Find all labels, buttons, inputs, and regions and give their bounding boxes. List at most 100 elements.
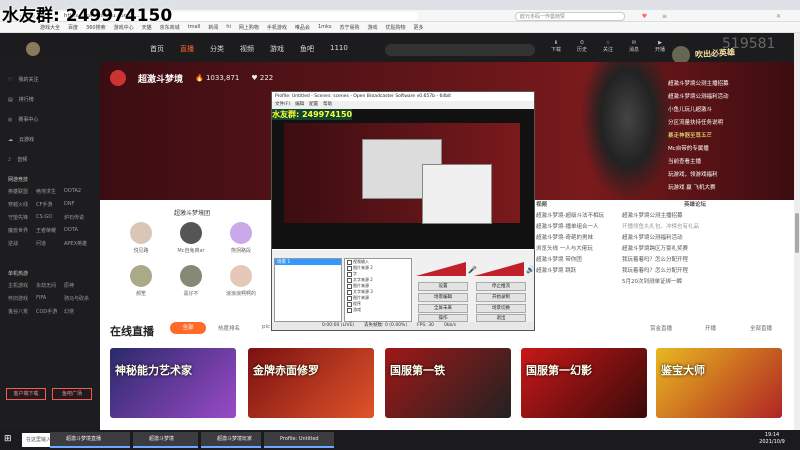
game-link[interactable]: 怀旧游戏: [8, 295, 36, 302]
game-link[interactable]: 魔兽世界: [8, 227, 36, 234]
list-item[interactable]: 当前查看主播: [668, 156, 748, 169]
sidebar-item-audio[interactable]: ♪ 音频: [8, 156, 27, 164]
sidebar-item-cloudgame[interactable]: ☁ 云游戏: [8, 136, 34, 144]
page-scrollbar[interactable]: [794, 33, 800, 430]
filter-chip[interactable]: 全部直播: [750, 324, 772, 332]
bookmark-item[interactable]: 手机游戏: [267, 24, 287, 31]
scene-item[interactable]: 场景 1: [275, 259, 341, 265]
news-item[interactable]: 超激斗梦境跨区万豪礼奖赛: [612, 244, 782, 255]
game-link[interactable]: 主机游戏: [8, 282, 36, 289]
filter-chip[interactable]: pic: [262, 324, 270, 330]
download-button[interactable]: ⬇ 下载: [548, 40, 564, 53]
client-download-button[interactable]: 客户端下载: [6, 388, 46, 400]
game-link[interactable]: 永劫无间: [36, 282, 64, 289]
news-item[interactable]: 开播领鱼丸礼包，冲榜也有礼品: [612, 222, 782, 233]
source-item[interactable]: 游戏: [345, 307, 411, 313]
live-thumbnail[interactable]: 鉴宝大师: [656, 348, 782, 418]
list-item[interactable]: 超激斗梦境公测主播招募: [668, 78, 748, 91]
obs-menu-edit[interactable]: 编辑: [295, 101, 304, 109]
bookmark-item[interactable]: tmall: [188, 24, 201, 30]
team-member[interactable]: 悦见路: [126, 222, 156, 254]
game-link[interactable]: 问道: [36, 240, 64, 247]
obs-audio-mixer[interactable]: 🎤 🔊: [416, 258, 535, 278]
close-icon[interactable]: ✕: [774, 12, 783, 21]
yuba-square-button[interactable]: 鱼吧广场: [52, 388, 92, 400]
filter-chip[interactable]: 开播: [705, 324, 716, 332]
obs-title-bar[interactable]: Profile: Untitled - Scenes: scenes - Ope…: [272, 92, 534, 101]
bookmark-item[interactable]: 更多: [414, 24, 424, 31]
game-link[interactable]: 王者荣耀: [36, 227, 64, 234]
team-member[interactable]: 黑仔不: [176, 265, 206, 297]
game-link[interactable]: 穿越火线: [8, 201, 36, 208]
menu-icon[interactable]: ≡: [660, 12, 669, 21]
list-item[interactable]: 分区流量扶持任务说明: [668, 117, 748, 130]
heart-icon[interactable]: ♥: [640, 12, 649, 21]
stop-stream-button[interactable]: 停止推流: [476, 282, 526, 291]
team-member[interactable]: 熊拐路段: [226, 222, 256, 254]
game-link[interactable]: DOTA: [64, 227, 92, 234]
game-link[interactable]: COD手游: [36, 308, 64, 315]
filter-all-button[interactable]: 全部: [170, 322, 206, 334]
list-item[interactable]: 玩游戏 赢 飞机大赛: [668, 182, 748, 195]
nav-games[interactable]: 游戏: [270, 44, 284, 54]
game-link[interactable]: FIFA: [36, 295, 64, 302]
game-link[interactable]: 绝地求生: [36, 188, 64, 195]
bookmark-item[interactable]: 唯品会: [295, 24, 310, 31]
sidebar-item-following[interactable]: ♡ 我的关注: [8, 76, 39, 84]
action-button[interactable]: 操作: [418, 314, 468, 322]
live-thumbnail[interactable]: 金牌赤面修罗: [248, 348, 374, 418]
bookmark-item[interactable]: hi: [226, 24, 231, 30]
news-item[interactable]: 超激斗梦境公测福利活动: [612, 233, 782, 244]
game-link[interactable]: 逆战: [8, 240, 36, 247]
live-thumbnail[interactable]: 神秘能力艺术家: [110, 348, 236, 418]
message-button[interactable]: ✉ 消息: [626, 40, 642, 53]
bookmark-item[interactable]: 游戏: [368, 24, 378, 31]
taskbar-app[interactable]: 超激斗梦境直播: [50, 432, 130, 448]
nav-1110[interactable]: 1110: [330, 44, 348, 54]
obs-menu-config[interactable]: 配置: [309, 101, 318, 109]
obs-source-list[interactable]: 视频输入 图片来源 2 字 文字来源 2 图片来源 文字来源 3 图片来源 程序…: [344, 258, 412, 322]
taskbar-clock[interactable]: 19:14 2021/10/9: [752, 432, 792, 446]
filter-chip[interactable]: 热度排名: [218, 324, 240, 332]
game-link[interactable]: 幻塔: [64, 308, 92, 315]
nav-yuba[interactable]: 鱼吧: [300, 44, 314, 54]
filter-chip[interactable]: 赏金直播: [650, 324, 672, 332]
scene-switch-button[interactable]: 场景切换: [476, 304, 526, 313]
list-item[interactable]: 玩游戏，领游戏福利: [668, 169, 748, 182]
scene-edit-button[interactable]: 场景编辑: [418, 293, 468, 302]
record-button[interactable]: 开始录制: [476, 293, 526, 302]
taskbar-app[interactable]: 超激斗梦境玩家: [201, 432, 261, 448]
live-thumbnail[interactable]: 国服第一铁: [385, 348, 511, 418]
game-link[interactable]: 鬼谷八荒: [8, 308, 36, 315]
start-live-button[interactable]: ▶ 开播: [652, 40, 668, 53]
windows-start-icon[interactable]: ⊞: [4, 434, 12, 444]
list-item[interactable]: 暴走神器至尊五芒: [668, 130, 748, 143]
news-item[interactable]: 我玩着着吗？怎么分配开程: [612, 255, 782, 266]
room-avatar[interactable]: [110, 70, 126, 86]
game-link[interactable]: 原神: [64, 282, 92, 289]
site-logo[interactable]: [26, 42, 96, 56]
game-link[interactable]: 炉石传说: [64, 214, 92, 221]
bookmark-item[interactable]: 1mks: [318, 24, 332, 30]
follow-button[interactable]: ☆ 关注: [600, 40, 616, 53]
game-link[interactable]: DOTA2: [64, 188, 92, 195]
game-link[interactable]: DNF: [64, 201, 92, 208]
list-item[interactable]: Mc自带的专属播: [668, 143, 748, 156]
team-member[interactable]: 浪浪浪啊啊的: [226, 265, 256, 297]
obs-menu-file[interactable]: 文件(F): [275, 101, 290, 109]
game-link[interactable]: 骑马与砍杀: [64, 295, 92, 302]
game-link[interactable]: CS:GO: [36, 214, 64, 221]
taskbar-app[interactable]: Profile: Untitled: [264, 432, 334, 448]
team-member[interactable]: 郝笙: [126, 265, 156, 297]
bookmark-item[interactable]: 新闻: [208, 24, 218, 31]
game-link[interactable]: CF手游: [36, 201, 64, 208]
sidebar-item-events[interactable]: ◎ 赛事中心: [8, 116, 38, 124]
nav-category[interactable]: 分类: [210, 44, 224, 54]
news-item[interactable]: 我玩着着吗？怎么分配开程: [612, 266, 782, 277]
nav-home[interactable]: 首页: [150, 44, 164, 54]
list-item[interactable]: 超激斗梦境公测福利活动: [668, 91, 748, 104]
bookmark-item[interactable]: 网上购物: [239, 24, 259, 31]
live-thumbnail[interactable]: 国服第一幻影: [521, 348, 647, 418]
bookmark-item[interactable]: 苏宁易购: [340, 24, 360, 31]
list-item[interactable]: 小鱼儿玩儿超激斗: [668, 104, 748, 117]
